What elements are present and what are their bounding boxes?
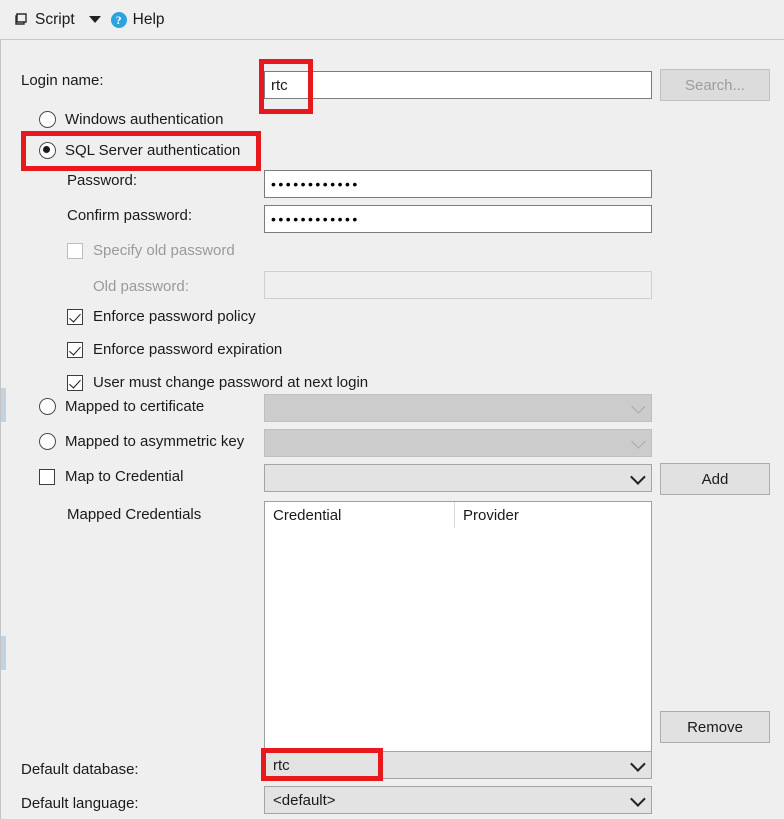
mapped-to-certificate-option[interactable]: Mapped to certificate [39, 398, 204, 415]
mapped-to-asymmetric-key-label: Mapped to asymmetric key [65, 433, 245, 450]
password-label: Password: [67, 172, 138, 189]
help-circle-icon: ? [110, 11, 127, 28]
confirm-password-value: •••••••••••• [271, 211, 360, 227]
login-properties-general-page: Login name: rtc Search... Windows authen… [0, 40, 784, 819]
mapped-to-asymmetric-key-option[interactable]: Mapped to asymmetric key [39, 433, 244, 450]
scroll-indicator-lower [1, 636, 6, 670]
old-password-row: Old password: [93, 278, 189, 295]
sql-server-authentication-option[interactable]: SQL Server authentication [39, 142, 240, 159]
script-icon [14, 12, 29, 27]
script-button[interactable]: Script [14, 11, 75, 29]
mapped-to-certificate-label: Mapped to certificate [65, 398, 205, 415]
windows-authentication-label: Windows authentication [65, 111, 224, 128]
sql-server-authentication-radio[interactable] [39, 142, 56, 159]
chevron-down-icon [631, 434, 646, 449]
chevron-down-icon [630, 755, 646, 772]
default-database-select[interactable]: rtc [264, 751, 652, 779]
mapped-to-certificate-radio[interactable] [39, 398, 56, 415]
windows-authentication-radio[interactable] [39, 111, 56, 128]
map-to-credential-checkbox[interactable] [39, 468, 55, 485]
confirm-password-input[interactable]: •••••••••••• [264, 205, 652, 233]
help-button-label: Help [132, 10, 165, 28]
mapped-to-certificate-select[interactable] [264, 394, 652, 422]
chevron-down-icon[interactable] [88, 16, 101, 23]
specify-old-password-option[interactable]: Specify old password [67, 242, 235, 259]
old-password-label: Old password: [93, 278, 189, 295]
map-to-credential-label: Map to Credential [65, 468, 184, 485]
default-language-value: <default> [273, 791, 336, 809]
confirm-password-row: Confirm password: [67, 207, 192, 224]
remove-credential-button-label: Remove [687, 718, 743, 736]
mapped-credentials-header: Credential Provider [265, 502, 651, 528]
chevron-down-icon [631, 399, 646, 414]
password-value: •••••••••••• [271, 176, 360, 192]
login-name-label: Login name: [21, 72, 104, 89]
remove-credential-button[interactable]: Remove [660, 711, 770, 743]
enforce-password-policy-option[interactable]: Enforce password policy [67, 308, 256, 325]
column-header-credential[interactable]: Credential [265, 502, 455, 528]
specify-old-password-checkbox[interactable] [67, 242, 83, 259]
mapped-credentials-row: Mapped Credentials [67, 506, 201, 523]
map-to-credential-option[interactable]: Map to Credential [39, 468, 183, 485]
chevron-down-icon [630, 790, 646, 807]
search-button-label: Search... [684, 76, 746, 94]
windows-authentication-option[interactable]: Windows authentication [39, 111, 223, 128]
mapped-credentials-label: Mapped Credentials [67, 506, 202, 523]
mapped-to-asymmetric-key-radio[interactable] [39, 433, 56, 450]
user-must-change-password-option[interactable]: User must change password at next login [67, 374, 368, 391]
add-credential-button[interactable]: Add [660, 463, 770, 495]
enforce-password-expiration-option[interactable]: Enforce password expiration [67, 341, 282, 358]
password-row: Password: [67, 172, 137, 189]
add-credential-button-label: Add [701, 470, 729, 488]
help-button[interactable]: ? Help [110, 10, 165, 29]
default-language-select[interactable]: <default> [264, 786, 652, 814]
mapped-credentials-list[interactable]: Credential Provider [264, 501, 652, 759]
default-database-label: Default database: [21, 761, 139, 778]
confirm-password-label: Confirm password: [67, 207, 193, 224]
old-password-input[interactable] [264, 271, 652, 299]
enforce-password-policy-checkbox[interactable] [67, 308, 83, 325]
sql-server-authentication-label: SQL Server authentication [65, 142, 241, 159]
mapped-to-asymmetric-key-select[interactable] [264, 429, 652, 457]
enforce-password-policy-label: Enforce password policy [93, 308, 256, 325]
map-to-credential-select[interactable] [264, 464, 652, 492]
default-database-row: Default database: [21, 761, 139, 778]
login-name-input[interactable]: rtc [264, 71, 652, 99]
default-language-row: Default language: [21, 795, 139, 812]
enforce-password-expiration-label: Enforce password expiration [93, 341, 283, 358]
login-name-value: rtc [271, 76, 288, 94]
chevron-down-icon [630, 468, 646, 485]
specify-old-password-label: Specify old password [93, 242, 235, 259]
column-header-provider[interactable]: Provider [455, 502, 519, 528]
user-must-change-password-label: User must change password at next login [93, 374, 369, 391]
scroll-indicator-upper [1, 388, 6, 422]
script-button-label: Script [35, 10, 75, 28]
password-input[interactable]: •••••••••••• [264, 170, 652, 198]
default-language-label: Default language: [21, 795, 139, 812]
search-button[interactable]: Search... [660, 69, 770, 101]
user-must-change-password-checkbox[interactable] [67, 374, 83, 391]
enforce-password-expiration-checkbox[interactable] [67, 341, 83, 358]
dialog-toolbar: Script ? Help [0, 0, 784, 40]
default-database-value: rtc [273, 756, 290, 774]
